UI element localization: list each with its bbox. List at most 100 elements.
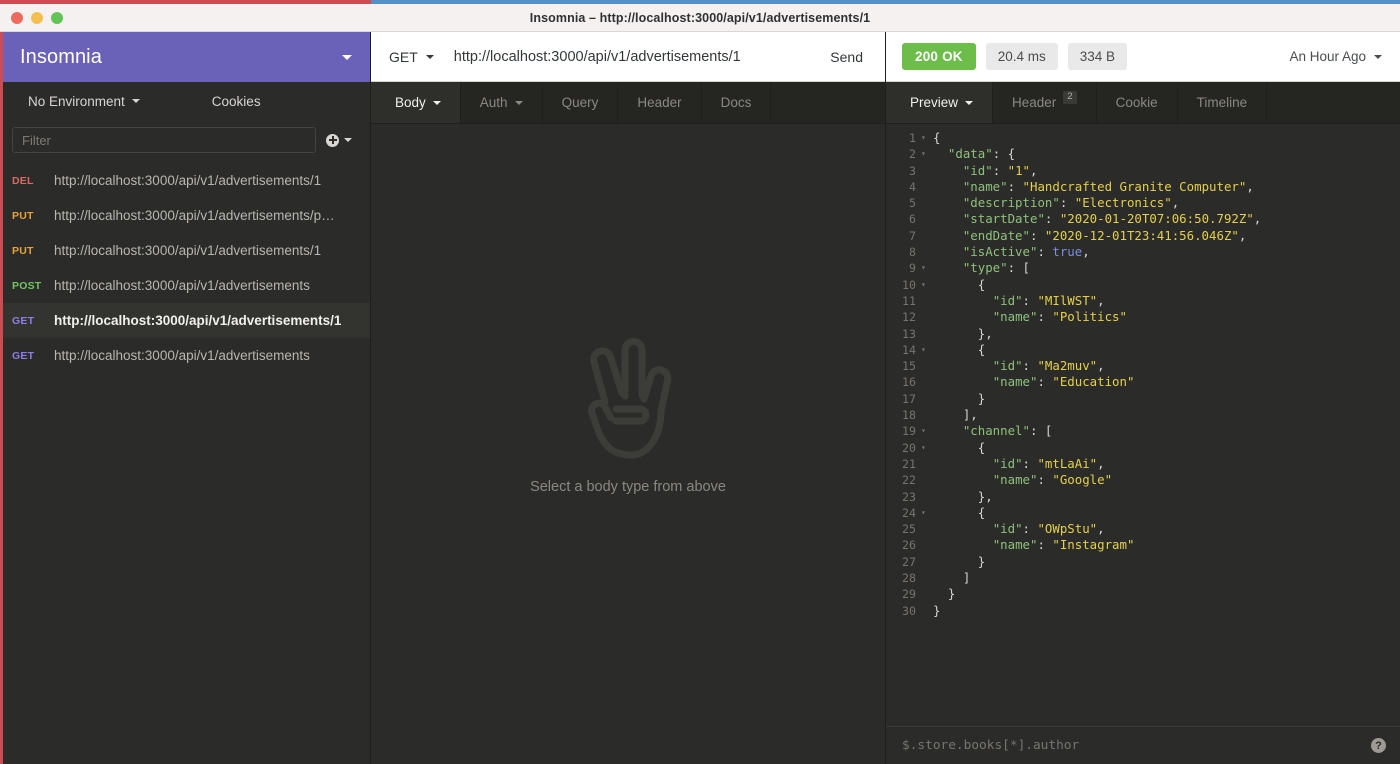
response-history-selector[interactable]: An Hour Ago	[1289, 49, 1382, 64]
code-line: 27 }	[886, 554, 1400, 570]
tab-timeline[interactable]: Timeline	[1178, 82, 1268, 123]
window-title: Insomnia – http://localhost:3000/api/v1/…	[529, 10, 871, 25]
request-list-item[interactable]: POST http://localhost:3000/api/v1/adverti…	[0, 268, 370, 303]
json-token-key: "name"	[992, 374, 1038, 390]
code-line-content: ],	[933, 407, 978, 423]
line-number: 22	[902, 473, 916, 488]
code-line-content: "id": "mtLaAi",	[933, 456, 1105, 472]
tab-auth[interactable]: Auth	[461, 82, 543, 123]
tab-header[interactable]: Header	[618, 82, 702, 123]
zoom-window-icon[interactable]	[51, 11, 63, 24]
code-line-content: "name": "Handcrafted Granite Computer",	[933, 179, 1254, 195]
line-number: 17	[902, 391, 916, 406]
json-token-punc: ,	[1253, 211, 1262, 227]
tab-preview[interactable]: Preview	[886, 82, 994, 123]
json-token-punc: {	[933, 130, 941, 145]
json-token-punc: }	[933, 602, 941, 618]
code-line-content: "channel": [	[933, 423, 1053, 439]
fold-triangle-icon[interactable]: ▾	[919, 277, 933, 293]
tab-cookie[interactable]: Cookie	[1097, 82, 1178, 123]
line-number: 18	[902, 408, 916, 423]
chevron-down-icon	[131, 99, 140, 103]
json-token-punc: ,	[1246, 178, 1254, 194]
json-token-key: "id"	[992, 455, 1023, 471]
tab-header[interactable]: Header 2	[993, 82, 1097, 123]
line-number: 5	[909, 196, 916, 211]
json-token-punc: ]	[962, 570, 971, 586]
code-line: 3 "id": "1",	[886, 163, 1400, 179]
chevron-down-icon	[344, 138, 352, 142]
add-request-button[interactable]	[326, 133, 358, 147]
request-list-item[interactable]: PUT http://localhost:3000/api/v1/advertis…	[0, 233, 370, 268]
sidebar-filter-input[interactable]	[12, 127, 316, 153]
close-window-icon[interactable]	[11, 11, 23, 24]
response-size-badge[interactable]: 334 B	[1067, 43, 1128, 70]
json-token-str: "Electronics"	[1074, 195, 1172, 211]
fold-triangle-icon[interactable]: ▾	[919, 130, 933, 146]
response-pane: 200 OK 20.4 ms 334 B An Hour Ago Preview…	[886, 32, 1400, 764]
sidebar-left-accent	[0, 32, 3, 764]
fold-triangle-icon[interactable]: ▾	[919, 440, 933, 456]
json-token-key: "name"	[992, 472, 1038, 488]
status-code-badge[interactable]: 200 OK	[902, 43, 976, 70]
jsonpath-filter-input[interactable]	[902, 738, 1371, 753]
request-list-item[interactable]: GET http://localhost:3000/api/v1/advertis…	[0, 338, 370, 373]
method-selector[interactable]: GET	[371, 49, 448, 65]
environment-selector[interactable]: No Environment	[28, 94, 140, 109]
tab-label: Query	[561, 95, 599, 110]
json-token-punc: :	[1029, 227, 1045, 243]
request-list: DEL http://localhost:3000/api/v1/advertis…	[0, 160, 370, 764]
json-token-str: "Ma2muv"	[1037, 358, 1098, 374]
json-token-key: "type"	[962, 260, 1008, 276]
code-line-content: {	[933, 277, 985, 293]
cookies-button[interactable]: Cookies	[212, 94, 261, 109]
fold-triangle-icon[interactable]: ▾	[919, 423, 933, 439]
tab-body[interactable]: Body	[371, 82, 461, 123]
json-token-punc: {	[977, 341, 986, 357]
fold-triangle-icon[interactable]: ▾	[919, 505, 933, 521]
minimize-window-icon[interactable]	[31, 11, 43, 24]
code-line-content: {	[933, 440, 985, 456]
code-line: 14 ▾ {	[886, 342, 1400, 358]
request-item-url: http://localhost:3000/api/v1/advertiseme…	[54, 243, 322, 258]
tab-docs[interactable]: Docs	[702, 82, 772, 123]
help-icon[interactable]: ?	[1371, 738, 1386, 753]
json-token-punc: {	[977, 439, 986, 455]
line-number: 25	[902, 522, 916, 537]
request-list-item[interactable]: PUT http://localhost:3000/api/v1/advertis…	[0, 198, 370, 233]
json-token-punc: :	[1022, 358, 1038, 374]
code-line: 21 "id": "mtLaAi",	[886, 456, 1400, 472]
send-button[interactable]: Send	[812, 32, 885, 81]
request-body-empty-state: Select a body type from above	[371, 124, 885, 764]
line-number: 7	[909, 228, 916, 243]
json-token-punc: :	[1022, 455, 1038, 471]
code-line: 16 "name": "Education"	[886, 374, 1400, 390]
response-tabbar: Preview Header 2 Cookie Timeline	[886, 82, 1400, 124]
fold-triangle-icon[interactable]: ▾	[919, 260, 933, 276]
tab-query[interactable]: Query	[543, 82, 619, 123]
response-body-viewer[interactable]: 1 ▾{2 ▾ "data": {3 "id": "1", 4 "name": "Ha…	[886, 124, 1400, 726]
json-token-key: "channel"	[962, 423, 1030, 439]
environment-row: No Environment Cookies	[0, 82, 370, 120]
json-token-punc: :	[992, 162, 1008, 178]
json-token-punc: }	[977, 553, 986, 569]
chevron-down-icon	[432, 100, 441, 105]
code-line: 28 ]	[886, 570, 1400, 586]
request-url-input[interactable]	[447, 48, 813, 65]
json-token-str: "MIlWST"	[1037, 292, 1098, 308]
sidebar-filter-row	[0, 120, 370, 160]
fold-triangle-icon[interactable]: ▾	[919, 146, 933, 162]
request-list-item[interactable]: DEL http://localhost:3000/api/v1/advertis…	[0, 163, 370, 198]
request-item-url: http://localhost:3000/api/v1/advertiseme…	[54, 348, 310, 363]
json-token-punc: :	[1037, 244, 1053, 260]
response-time-badge[interactable]: 20.4 ms	[985, 43, 1058, 70]
json-token-punc: :	[1007, 178, 1023, 194]
request-list-item[interactable]: GET http://localhost:3000/api/v1/advertis…	[0, 303, 370, 338]
json-token-punc: :	[1037, 472, 1053, 488]
empty-state-text: Select a body type from above	[530, 479, 726, 495]
fold-triangle-icon[interactable]: ▾	[919, 342, 933, 358]
chevron-down-icon	[514, 100, 523, 105]
json-token-punc: ,	[1097, 521, 1105, 537]
code-line-content: }	[933, 603, 940, 619]
workspace-switcher[interactable]: Insomnia	[0, 32, 370, 82]
